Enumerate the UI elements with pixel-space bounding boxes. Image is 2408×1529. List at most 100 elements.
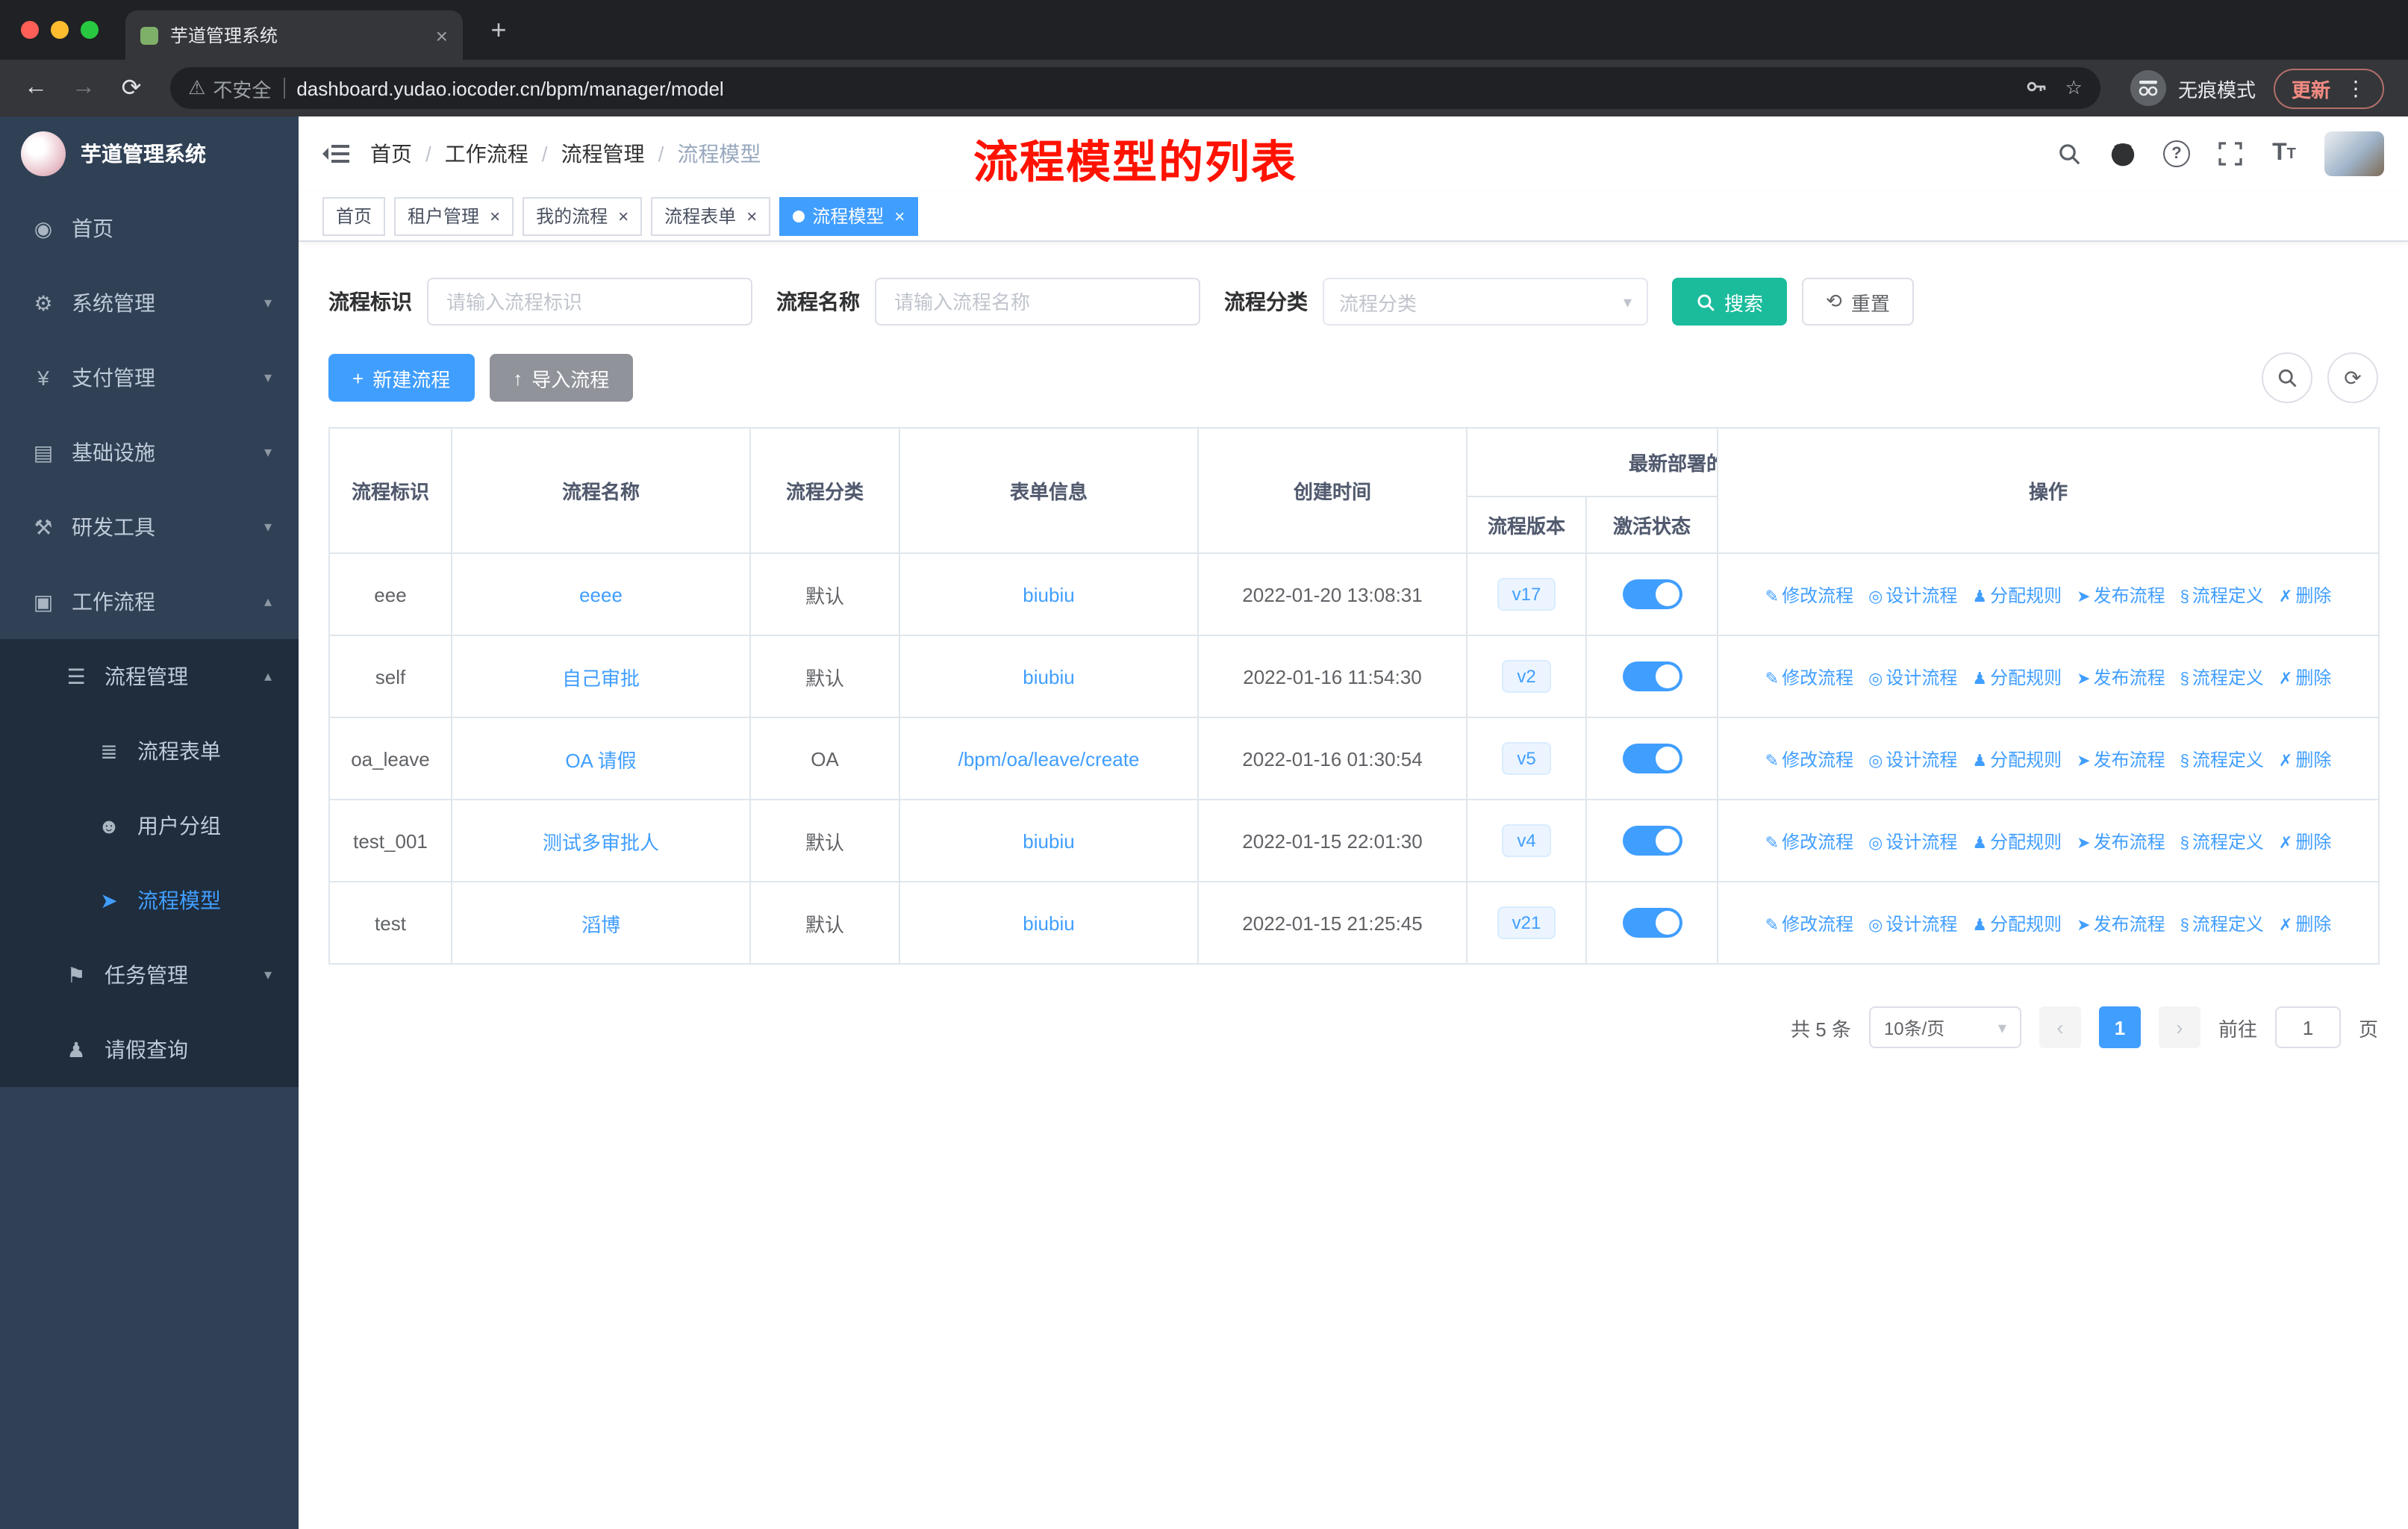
definition-link[interactable]: § 流程定义 <box>2180 585 2264 605</box>
sidebar-item-process-model[interactable]: ➤ 流程模型 <box>0 863 299 938</box>
nav-tag-3[interactable]: 流程表单 × <box>651 196 771 235</box>
close-icon[interactable]: × <box>746 205 757 226</box>
search-submit-button[interactable]: 搜索 <box>1672 278 1788 326</box>
assign-link[interactable]: ♟ 分配规则 <box>1972 831 2062 852</box>
sidebar-item-dev-tools[interactable]: ⚒ 研发工具 ▾ <box>0 490 299 564</box>
design-link[interactable]: ◎ 设计流程 <box>1868 831 1957 852</box>
nav-tag-2[interactable]: 我的流程 × <box>523 196 643 235</box>
definition-link[interactable]: § 流程定义 <box>2180 749 2264 770</box>
assign-link[interactable]: ♟ 分配规则 <box>1972 749 2062 770</box>
browser-tab[interactable]: 芋道管理系统 × <box>125 10 463 60</box>
design-link[interactable]: ◎ 设计流程 <box>1868 913 1957 934</box>
toggle-search-button[interactable] <box>2262 352 2312 403</box>
collapse-sidebar-button[interactable] <box>322 142 349 166</box>
modify-link[interactable]: ✎ 修改流程 <box>1765 831 1853 852</box>
forward-button[interactable]: → <box>63 67 105 109</box>
browser-update-chip[interactable]: 更新 ⋮ <box>2273 68 2384 108</box>
sidebar-item-process-form[interactable]: ≣ 流程表单 <box>0 714 299 788</box>
user-avatar[interactable] <box>2324 131 2384 176</box>
back-button[interactable]: ← <box>15 67 57 109</box>
close-icon[interactable]: × <box>618 205 628 226</box>
next-page-button[interactable]: › <box>2158 1006 2200 1048</box>
publish-link[interactable]: ➤ 发布流程 <box>2077 831 2165 852</box>
delete-link[interactable]: ✗ 删除 <box>2279 585 2331 605</box>
address-bar[interactable]: ⚠ 不安全 dashboard.yudao.iocoder.cn/bpm/man… <box>170 67 2100 109</box>
search-button[interactable] <box>2056 142 2083 166</box>
breadcrumb-item[interactable]: 首页 <box>370 139 412 169</box>
active-toggle[interactable] <box>1622 744 1682 773</box>
active-toggle[interactable] <box>1622 908 1682 938</box>
process-key-input[interactable] <box>427 278 752 326</box>
nav-tag-0[interactable]: 首页 <box>322 196 386 235</box>
new-tab-button[interactable]: + <box>481 12 517 48</box>
reload-button[interactable]: ⟳ <box>110 67 152 109</box>
process-name-link[interactable]: OA 请假 <box>565 749 636 771</box>
process-category-select[interactable]: 流程分类 ▾ <box>1323 278 1648 326</box>
form-info-link[interactable]: /bpm/oa/leave/create <box>958 747 1140 770</box>
definition-link[interactable]: § 流程定义 <box>2180 831 2264 852</box>
form-info-link[interactable]: biubiu <box>1023 665 1074 688</box>
form-info-link[interactable]: biubiu <box>1023 829 1074 852</box>
sidebar-item-leave-query[interactable]: ♟ 请假查询 <box>0 1012 299 1087</box>
process-name-link[interactable]: 滔博 <box>581 913 620 935</box>
font-size-button[interactable]: TT <box>2271 140 2298 167</box>
prev-page-button[interactable]: ‹ <box>2039 1006 2081 1048</box>
assign-link[interactable]: ♟ 分配规则 <box>1972 913 2062 934</box>
page-size-select[interactable]: 10条/页 ▾ <box>1868 1006 2021 1048</box>
version-badge[interactable]: v17 <box>1497 578 1556 611</box>
publish-link[interactable]: ➤ 发布流程 <box>2077 913 2165 934</box>
reset-button[interactable]: ⟲ 重置 <box>1802 278 1914 326</box>
active-toggle[interactable] <box>1622 579 1682 609</box>
close-icon[interactable]: × <box>490 205 500 226</box>
github-button[interactable] <box>2109 140 2136 167</box>
refresh-button[interactable]: ⟳ <box>2327 352 2378 403</box>
bookmark-star-icon[interactable]: ☆ <box>2065 76 2083 100</box>
delete-link[interactable]: ✗ 删除 <box>2279 913 2331 934</box>
form-info-link[interactable]: biubiu <box>1023 583 1074 605</box>
close-icon[interactable]: × <box>894 205 905 226</box>
modify-link[interactable]: ✎ 修改流程 <box>1765 749 1853 770</box>
sidebar-item-home[interactable]: ◉ 首页 <box>0 191 299 266</box>
create-process-button[interactable]: + 新建流程 <box>328 354 475 402</box>
definition-link[interactable]: § 流程定义 <box>2180 913 2264 934</box>
modify-link[interactable]: ✎ 修改流程 <box>1765 585 1853 605</box>
sidebar-item-system-management[interactable]: ⚙ 系统管理 ▾ <box>0 266 299 340</box>
design-link[interactable]: ◎ 设计流程 <box>1868 749 1957 770</box>
version-badge[interactable]: v4 <box>1502 824 1551 857</box>
password-key-icon[interactable] <box>2027 75 2047 101</box>
minimize-window-button[interactable] <box>51 21 69 39</box>
form-info-link[interactable]: biubiu <box>1023 912 1074 934</box>
breadcrumb-item[interactable]: 流程管理 <box>561 139 645 169</box>
delete-link[interactable]: ✗ 删除 <box>2279 667 2331 688</box>
sidebar-item-infrastructure[interactable]: ▤ 基础设施 ▾ <box>0 415 299 490</box>
browser-menu-icon[interactable]: ⋮ <box>2345 75 2366 101</box>
delete-link[interactable]: ✗ 删除 <box>2279 831 2331 852</box>
version-badge[interactable]: v5 <box>1502 742 1551 775</box>
publish-link[interactable]: ➤ 发布流程 <box>2077 749 2165 770</box>
sidebar-item-user-group[interactable]: ☻ 用户分组 <box>0 788 299 863</box>
tab-close-icon[interactable]: × <box>436 23 448 47</box>
process-name-link[interactable]: eeee <box>579 583 623 605</box>
definition-link[interactable]: § 流程定义 <box>2180 667 2264 688</box>
modify-link[interactable]: ✎ 修改流程 <box>1765 667 1853 688</box>
publish-link[interactable]: ➤ 发布流程 <box>2077 585 2165 605</box>
help-button[interactable]: ? <box>2163 140 2190 167</box>
import-process-button[interactable]: ↑ 导入流程 <box>489 354 634 402</box>
fullscreen-button[interactable] <box>2217 142 2244 166</box>
goto-page-input[interactable] <box>2274 1006 2341 1048</box>
process-name-link[interactable]: 测试多审批人 <box>543 831 659 853</box>
delete-link[interactable]: ✗ 删除 <box>2279 749 2331 770</box>
sidebar-item-process-management[interactable]: ☰ 流程管理 ▴ <box>0 639 299 714</box>
design-link[interactable]: ◎ 设计流程 <box>1868 667 1957 688</box>
version-badge[interactable]: v2 <box>1502 660 1551 693</box>
close-window-button[interactable] <box>21 21 39 39</box>
sidebar-item-payment-management[interactable]: ¥ 支付管理 ▾ <box>0 340 299 415</box>
active-toggle[interactable] <box>1622 826 1682 856</box>
app-logo[interactable]: 芋道管理系统 <box>0 116 299 191</box>
breadcrumb-item[interactable]: 流程模型 <box>677 139 761 169</box>
design-link[interactable]: ◎ 设计流程 <box>1868 585 1957 605</box>
active-toggle[interactable] <box>1622 661 1682 691</box>
process-name-input[interactable] <box>875 278 1200 326</box>
nav-tag-4[interactable]: 流程模型 × <box>779 196 919 235</box>
modify-link[interactable]: ✎ 修改流程 <box>1765 913 1853 934</box>
